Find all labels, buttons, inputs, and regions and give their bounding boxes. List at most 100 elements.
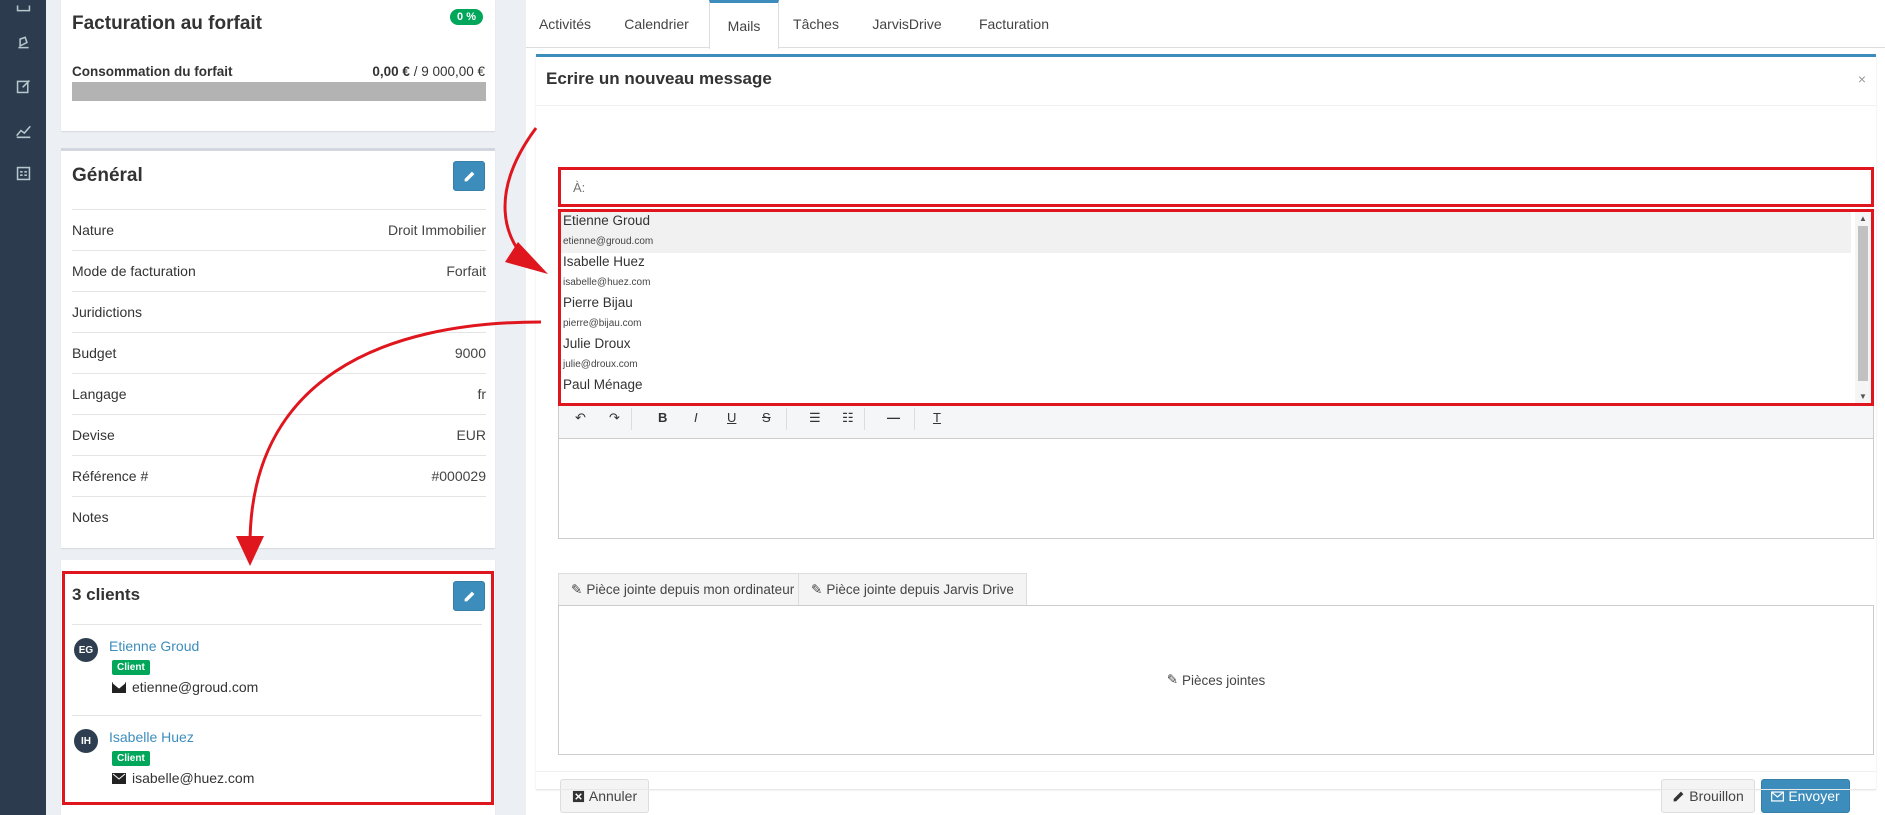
italic-icon[interactable]: I xyxy=(694,410,698,425)
forfait-progress-bar xyxy=(72,82,486,101)
suggestion-email: pierre@bijau.com xyxy=(563,318,642,329)
attach-drive-label: Pièce jointe depuis Jarvis Drive xyxy=(826,582,1014,597)
row-label: Budget xyxy=(72,345,117,361)
row-value: Forfait xyxy=(446,263,486,279)
tab-facturation[interactable]: Facturation xyxy=(961,0,1067,48)
suggestion-name: Paul Ménage xyxy=(563,377,643,392)
send-button[interactable]: Envoyer xyxy=(1761,779,1850,813)
scroll-down-icon[interactable]: ▼ xyxy=(1859,392,1867,401)
tab-bar: Activités Calendrier Mails Tâches Jarvis… xyxy=(526,0,1885,49)
row-label: Langage xyxy=(72,386,127,402)
clients-title: 3 clients xyxy=(72,585,141,604)
mail-composer: Ecrire un nouveau message × ↶ ↷ B I U S … xyxy=(536,54,1876,813)
horizontal-rule-icon[interactable]: — xyxy=(887,410,900,425)
envelope-icon xyxy=(112,681,126,693)
bold-icon[interactable]: B xyxy=(658,410,667,425)
underline-icon[interactable]: U xyxy=(727,410,736,425)
toolbar-separator xyxy=(864,408,865,430)
avatar: IH xyxy=(74,729,98,753)
general-row: Référence # #000029 xyxy=(72,455,486,496)
divider xyxy=(536,771,1876,772)
suggestion-item[interactable]: Etienne Groud etienne@groud.com xyxy=(561,212,1851,253)
general-row: Juridictions xyxy=(72,291,486,332)
scroll-up-icon[interactable]: ▲ xyxy=(1859,214,1867,223)
tab-jarvisdrive[interactable]: JarvisDrive xyxy=(853,0,961,48)
suggestion-email: isabelle@huez.com xyxy=(563,277,651,288)
cancel-label: Annuler xyxy=(588,788,638,804)
redo-icon[interactable]: ↷ xyxy=(609,410,620,426)
close-icon[interactable]: × xyxy=(1858,71,1866,87)
left-nav xyxy=(0,0,46,815)
general-box: Général Nature Droit Immobilier Mode de f… xyxy=(61,148,495,548)
row-value: EUR xyxy=(456,427,486,443)
row-label: Devise xyxy=(72,427,115,443)
row-value: Droit Immobilier xyxy=(387,222,486,238)
row-value: fr xyxy=(477,386,486,402)
envelope-icon xyxy=(112,772,126,784)
flag-icon[interactable] xyxy=(14,33,32,51)
toolbar-separator xyxy=(631,408,632,430)
forfait-box: Facturation au forfait 0 % Consommation … xyxy=(61,0,495,131)
close-square-icon xyxy=(572,790,584,802)
general-row: Budget 9000 xyxy=(72,332,486,373)
forfait-amount: 0,00 € / 9 000,00 € xyxy=(372,64,485,79)
paperclip-icon: ✎ xyxy=(571,581,583,597)
ordered-list-icon[interactable]: ☷ xyxy=(842,410,854,426)
draft-button[interactable]: Brouillon xyxy=(1661,779,1755,813)
divider xyxy=(536,789,1876,790)
suggestion-name: Isabelle Huez xyxy=(563,254,645,269)
client-email: etienne@groud.com xyxy=(112,679,258,695)
cancel-button[interactable]: Annuler xyxy=(560,779,649,813)
suggestion-item[interactable]: Paul Ménage xyxy=(561,376,1851,403)
suggestion-item[interactable]: Julie Droux julie@droux.com xyxy=(561,335,1851,376)
suggestion-name: Etienne Groud xyxy=(563,213,651,228)
tab-taches[interactable]: Tâches xyxy=(779,0,853,48)
message-editor[interactable] xyxy=(558,438,1874,539)
composer-title: Ecrire un nouveau message xyxy=(546,69,772,88)
strike-icon[interactable]: S xyxy=(762,410,771,425)
forfait-consumption-label: Consommation du forfait xyxy=(72,64,233,79)
forfait-total: / 9 000,00 € xyxy=(413,64,485,79)
suggestion-email: julie@droux.com xyxy=(563,359,638,370)
edit-clients-button[interactable] xyxy=(453,581,485,611)
suggestions-scrollbar[interactable]: ▲ ▼ xyxy=(1855,212,1871,403)
row-label: Mode de facturation xyxy=(72,263,196,279)
forfait-consumed: 0,00 € xyxy=(372,64,410,79)
attach-from-drive-button[interactable]: ✎ Pièce jointe depuis Jarvis Drive xyxy=(798,573,1027,605)
general-row: Nature Droit Immobilier xyxy=(72,209,486,250)
divider xyxy=(72,715,482,716)
row-label: Notes xyxy=(72,509,109,525)
client-badge: Client xyxy=(112,751,150,766)
scrollbar-thumb[interactable] xyxy=(1858,226,1868,381)
toolbar-separator xyxy=(786,408,787,430)
bullet-list-icon[interactable]: ☰ xyxy=(809,410,821,426)
edit-icon[interactable] xyxy=(14,77,32,95)
client-name-link[interactable]: Etienne Groud xyxy=(109,638,199,654)
attach-from-computer-button[interactable]: ✎ Pièce jointe depuis mon ordinateur xyxy=(558,573,808,605)
general-title: Général xyxy=(72,165,143,186)
clear-format-icon[interactable]: T xyxy=(933,410,941,425)
envelope-icon xyxy=(1771,790,1785,802)
inbox-icon[interactable] xyxy=(14,0,32,14)
divider xyxy=(72,624,482,625)
matter-sidebar: Facturation au forfait 0 % Consommation … xyxy=(61,0,495,815)
recipient-input[interactable] xyxy=(561,170,1871,204)
suggestion-item[interactable]: Isabelle Huez isabelle@huez.com xyxy=(561,253,1851,294)
attachments-dropzone[interactable]: ✎ Pièces jointes xyxy=(558,605,1874,755)
forfait-percent-badge: 0 % xyxy=(450,9,483,25)
suggestion-item[interactable]: Pierre Bijau pierre@bijau.com xyxy=(561,294,1851,335)
edit-general-button[interactable] xyxy=(453,161,485,191)
tab-mails[interactable]: Mails xyxy=(709,0,779,49)
client-email: isabelle@huez.com xyxy=(112,770,254,786)
general-row: Mode de facturation Forfait xyxy=(72,250,486,291)
calculator-icon[interactable] xyxy=(14,164,32,182)
chart-icon[interactable] xyxy=(14,121,32,139)
tab-calendrier[interactable]: Calendrier xyxy=(604,0,709,48)
undo-icon[interactable]: ↶ xyxy=(575,410,586,426)
send-label: Envoyer xyxy=(1788,788,1840,804)
pencil-icon xyxy=(464,171,474,181)
tab-activites[interactable]: Activités xyxy=(526,0,604,48)
client-email-text: isabelle@huez.com xyxy=(132,770,255,786)
divider xyxy=(536,105,1876,106)
client-name-link[interactable]: Isabelle Huez xyxy=(109,729,194,745)
